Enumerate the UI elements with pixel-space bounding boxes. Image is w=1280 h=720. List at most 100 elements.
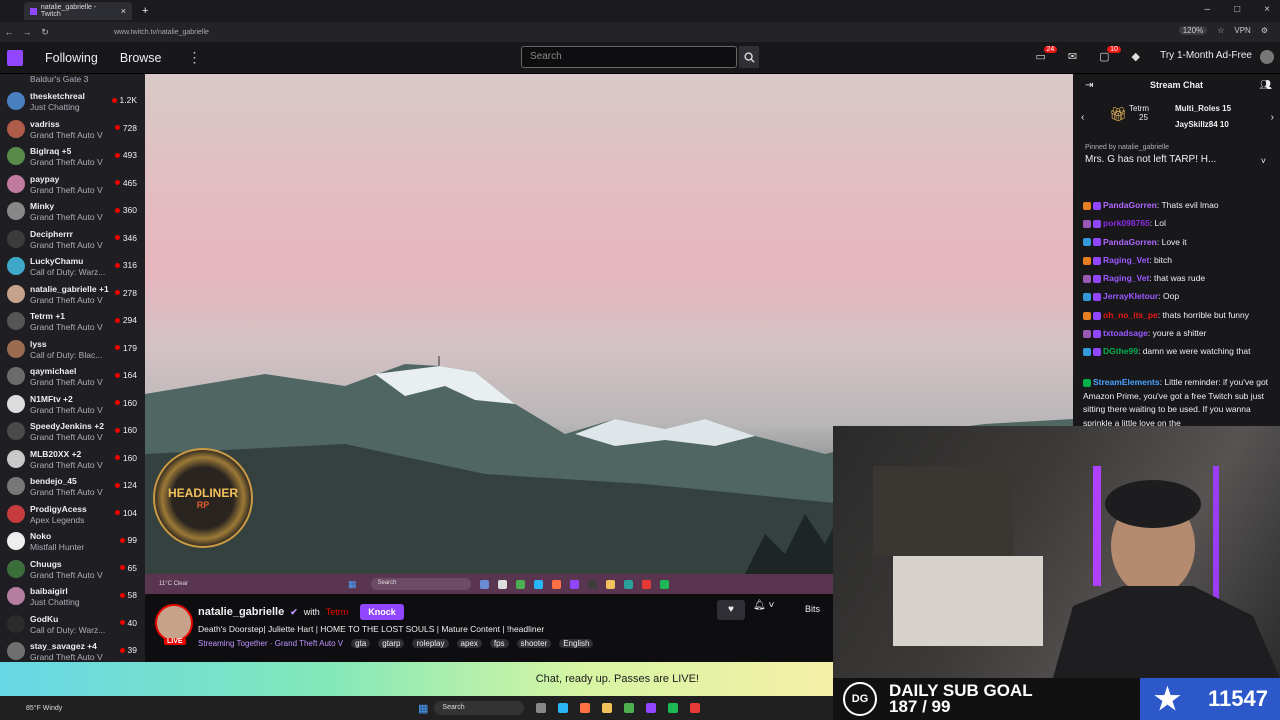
- inbox-icon[interactable]: ▢ 10: [1099, 46, 1121, 63]
- viewer-count-text: 316: [122, 260, 137, 270]
- chat-username[interactable]: DGthe99: [1103, 346, 1138, 356]
- sidebar-channel[interactable]: MLB20XX +2 Grand Theft Auto V 160: [0, 446, 145, 474]
- sidebar-channel-game: Grand Theft Auto V: [30, 652, 103, 662]
- reload-icon[interactable]: ↻: [36, 27, 54, 38]
- search-button[interactable]: [739, 46, 759, 68]
- maximize-icon[interactable]: □: [1234, 4, 1240, 15]
- close-window-icon[interactable]: ×: [1264, 4, 1270, 15]
- chat-username[interactable]: PandaGorren: [1103, 237, 1157, 247]
- tag[interactable]: roleplay: [412, 639, 449, 648]
- whispers-icon[interactable]: ✉: [1068, 50, 1077, 63]
- sidebar-channel[interactable]: vadriss Grand Theft Auto V 728: [0, 116, 145, 144]
- streaming-together-link[interactable]: Streaming Together · Grand Theft Auto V: [198, 639, 343, 648]
- chat-username[interactable]: pork098765: [1103, 218, 1150, 228]
- chat-username[interactable]: Raging_Vet: [1103, 255, 1149, 265]
- browser-tab[interactable]: natalie_gabrielle - Twitch ×: [24, 2, 132, 20]
- sidebar-channel-name: Biglraq +5: [30, 146, 72, 156]
- sidebar-channel[interactable]: qaymichael Grand Theft Auto V 164: [0, 363, 145, 391]
- prev-arrow-icon[interactable]: ‹: [1081, 112, 1084, 123]
- live-dot: [119, 565, 125, 570]
- chat-text: damn we were watching that: [1142, 346, 1251, 357]
- sidebar-channel-game: Grand Theft Auto V: [30, 239, 103, 250]
- sidebar-channel[interactable]: Biglraq +5 Grand Theft Auto V 493: [0, 143, 145, 171]
- sidebar-channel[interactable]: paypay Grand Theft Auto V 465: [0, 171, 145, 199]
- tag[interactable]: gta: [351, 639, 371, 648]
- collab-channel[interactable]: Tetrm: [326, 607, 349, 617]
- chat-username[interactable]: oh_no_its_pe: [1103, 310, 1158, 320]
- knock-button[interactable]: Knock: [360, 604, 404, 620]
- sidebar-channel[interactable]: SpeedyJenkins +2 Grand Theft Auto V 160: [0, 418, 145, 446]
- bits-button[interactable]: Bits: [805, 604, 820, 614]
- chat-username[interactable]: Raging_Vet: [1103, 273, 1149, 283]
- notifications-icon[interactable]: ▭ 24: [1036, 46, 1058, 63]
- promo-banner[interactable]: Chat, ready up. Passes are LIVE!: [0, 662, 833, 696]
- collapse-chat-icon[interactable]: ⇥: [1085, 80, 1093, 91]
- bits-icon[interactable]: ◆: [1132, 50, 1140, 63]
- zoom-level[interactable]: 120%: [1178, 26, 1208, 35]
- channel-avatar: [7, 532, 25, 550]
- chat-message: DGthe99: damn we were watching that: [1083, 342, 1273, 360]
- sidebar-channel[interactable]: Minky Grand Theft Auto V 360: [0, 198, 145, 226]
- extensions-icon[interactable]: ⚙: [1261, 26, 1268, 35]
- sidebar-channel[interactable]: bendejo_45 Grand Theft Auto V 124: [0, 473, 145, 501]
- channel-avatar: [7, 339, 25, 358]
- chat-username[interactable]: PandaGorren: [1103, 200, 1157, 210]
- sidebar-channel[interactable]: natalie_gabrielle +1 Grand Theft Auto V 27…: [0, 281, 145, 309]
- minimize-icon[interactable]: –: [1205, 4, 1211, 15]
- sidebar-channel[interactable]: GodKu Call of Duty: Warz... 40: [0, 611, 145, 639]
- sidebar-channel-game: Grand Theft Auto V: [30, 459, 103, 470]
- nav-following[interactable]: Following: [45, 51, 98, 65]
- sidebar-channel[interactable]: LuckyChamu Call of Duty: Warz... 316: [0, 253, 145, 281]
- tag[interactable]: shooter: [516, 639, 552, 648]
- vpn-badge[interactable]: VPN: [1234, 26, 1250, 35]
- app-icon: [498, 579, 508, 589]
- tag[interactable]: gtarp: [378, 639, 405, 648]
- sidebar-channel[interactable]: Noko Mistfall Hunter 99: [0, 528, 145, 556]
- sidebar-channel[interactable]: Decipherrr Grand Theft Auto V 346: [0, 226, 145, 254]
- expand-pin-icon[interactable]: ˅: [1261, 156, 1266, 166]
- sidebar-channel[interactable]: ProdigyAcess Apex Legends 104: [0, 501, 145, 529]
- nav-browse[interactable]: Browse: [120, 51, 162, 65]
- chat-username[interactable]: JerrayKletour: [1103, 291, 1158, 301]
- ad-free-button[interactable]: Try 1-Month Ad-Free: [1160, 50, 1252, 61]
- tag[interactable]: fps: [489, 639, 509, 648]
- close-tab-icon[interactable]: ×: [121, 6, 126, 16]
- more-icon[interactable]: ⋮: [188, 49, 202, 66]
- sidebar-channel[interactable]: Tetrm +1 Grand Theft Auto V 294: [0, 308, 145, 336]
- channel-avatar[interactable]: [155, 604, 193, 642]
- forward-icon[interactable]: →: [18, 27, 36, 37]
- live-dot: [114, 510, 120, 515]
- chat-username[interactable]: StreamElements: [1093, 377, 1160, 387]
- url-field[interactable]: www.twitch.tv/natalie_gabrielle: [114, 29, 209, 36]
- sidebar-channel[interactable]: thesketchreal Just Chatting 1.2K: [0, 88, 145, 116]
- sidebar-channel[interactable]: Chuugs Grand Theft Auto V 65: [0, 556, 145, 584]
- chat-text: bitch: [1154, 254, 1172, 265]
- sidebar-channel[interactable]: Baldur's Gate 3: [0, 74, 145, 88]
- sidebar-channel[interactable]: baibaigirl Just Chatting 58: [0, 583, 145, 611]
- next-arrow-icon[interactable]: ›: [1271, 112, 1274, 123]
- community-icon[interactable]: 👥︎: [1259, 80, 1272, 91]
- bookmark-icon[interactable]: ☆: [1217, 26, 1224, 35]
- back-icon[interactable]: ←: [0, 27, 18, 37]
- sidebar-channel[interactable]: N1MFtv +2 Grand Theft Auto V 160: [0, 391, 145, 419]
- twitch-logo-icon[interactable]: [7, 49, 23, 66]
- tag[interactable]: apex: [456, 639, 482, 648]
- chat-message: oh_no_its_pe: thats horrible but funny: [1083, 306, 1273, 324]
- tag[interactable]: English: [559, 639, 594, 648]
- channel-name[interactable]: natalie_gabrielle: [198, 606, 284, 618]
- sidebar-channel[interactable]: stay_savagez +4 Grand Theft Auto V 39: [0, 638, 145, 662]
- chat-username[interactable]: txtoadsage: [1103, 328, 1148, 338]
- follow-heart-button[interactable]: ♥: [717, 600, 745, 620]
- sidebar-channel-name: baibaigirl: [30, 586, 68, 596]
- pinned-message[interactable]: Pinned by natalie_gabrielle Mrs. G has n…: [1085, 144, 1271, 165]
- notification-bell-icon[interactable]: 🔔︎ ˅: [753, 600, 774, 611]
- chat-text: Love it: [1161, 236, 1187, 247]
- search-input[interactable]: Search: [521, 46, 737, 68]
- app-icon: [558, 703, 569, 713]
- profile-avatar[interactable]: [1260, 50, 1274, 64]
- sidebar-channel-name: Chuugs: [30, 558, 62, 569]
- new-tab-icon[interactable]: +: [142, 5, 148, 17]
- sidebar-channel-game: Grand Theft Auto V: [30, 212, 103, 222]
- sidebar-channel-name: MLB20XX +2: [30, 448, 82, 459]
- sidebar-channel[interactable]: lyss Call of Duty: Blac... 179: [0, 336, 145, 364]
